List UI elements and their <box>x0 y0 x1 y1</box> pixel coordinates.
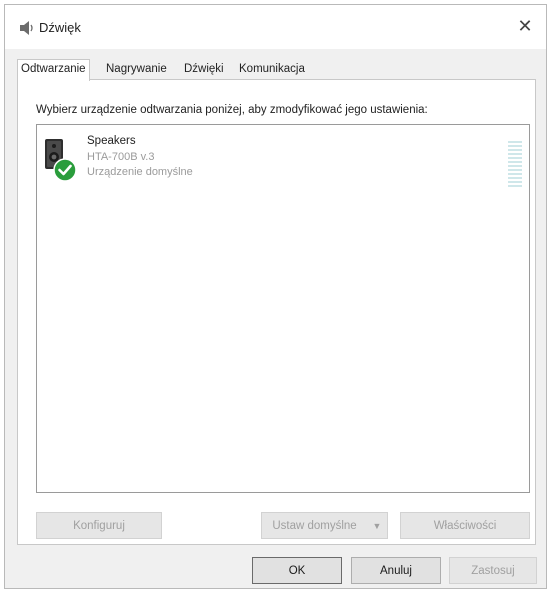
device-name: Speakers <box>87 135 136 147</box>
playback-panel: Wybierz urządzenie odtwarzania poniżej, … <box>17 79 536 545</box>
speaker-device-icon <box>45 139 77 182</box>
chevron-down-icon[interactable]: ▼ <box>367 513 387 538</box>
ok-button[interactable]: OK <box>252 557 342 584</box>
window-title: Dźwięk <box>39 20 81 35</box>
device-item-speakers[interactable]: Speakers HTA-700B v.3 Urządzenie domyśln… <box>43 133 522 189</box>
device-status: Urządzenie domyślne <box>87 166 193 178</box>
configure-button[interactable]: Konfiguruj <box>36 512 162 539</box>
apply-button[interactable]: Zastosuj <box>449 557 537 584</box>
instruction-text: Wybierz urządzenie odtwarzania poniżej, … <box>36 104 428 116</box>
speaker-icon <box>20 21 33 35</box>
properties-button[interactable]: Właściwości <box>400 512 530 539</box>
set-default-button[interactable]: Ustaw domyślne ▼ <box>261 512 388 539</box>
tab-communications[interactable]: Komunikacja <box>236 61 308 80</box>
volume-level-meter <box>508 141 522 189</box>
close-icon: ✕ <box>517 15 533 36</box>
check-badge-icon <box>53 158 77 182</box>
device-model: HTA-700B v.3 <box>87 151 155 163</box>
tab-sounds[interactable]: Dźwięki <box>181 61 227 80</box>
device-list[interactable]: Speakers HTA-700B v.3 Urządzenie domyśln… <box>36 124 530 493</box>
tab-recording[interactable]: Nagrywanie <box>103 61 170 80</box>
sound-dialog: Dźwięk ✕ Odtwarzanie Nagrywanie Dźwięki … <box>4 4 547 589</box>
cancel-button[interactable]: Anuluj <box>351 557 441 584</box>
tab-playback[interactable]: Odtwarzanie <box>17 59 90 81</box>
set-default-label: Ustaw domyślne <box>272 519 357 532</box>
title-bar: Dźwięk ✕ <box>5 5 546 49</box>
tab-strip: Odtwarzanie Nagrywanie Dźwięki Komunikac… <box>17 59 534 81</box>
close-button[interactable]: ✕ <box>508 11 542 41</box>
